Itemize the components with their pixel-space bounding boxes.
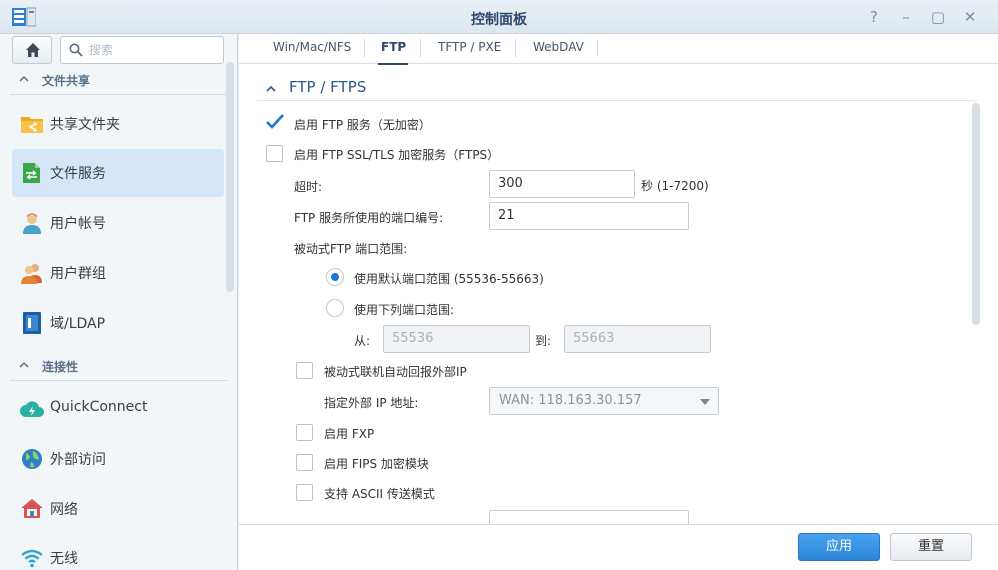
report-external-ip-checkbox[interactable]: [296, 362, 313, 379]
sidebar-item-domain-ldap[interactable]: 域/LDAP: [12, 299, 224, 347]
tab-tftp-pxe[interactable]: TFTP / PXE: [438, 40, 501, 54]
timeout-suffix: 秒 (1-7200): [641, 179, 709, 193]
enable-ftp-checkbox[interactable]: [266, 114, 284, 131]
sidebar-item-wireless[interactable]: 无线: [12, 534, 224, 570]
sidebar-item-label: 外部访问: [50, 452, 106, 468]
default-range-label: 使用默认端口范围 (55536-55663): [354, 272, 544, 286]
enable-fips-checkbox[interactable]: [296, 454, 313, 471]
tab-separator: [420, 39, 421, 57]
ascii-mode-checkbox[interactable]: [296, 484, 313, 501]
sidebar-item-network[interactable]: 网络: [12, 485, 224, 533]
chevron-down-icon: [700, 399, 710, 405]
enable-ftps-label: 启用 FTP SSL/TLS 加密服务（FTPS）: [294, 148, 500, 162]
timeout-input[interactable]: 300: [489, 170, 635, 198]
shared-folder-icon: [21, 117, 43, 133]
to-label: 到:: [535, 334, 552, 348]
maximize-button[interactable]: ▢: [930, 9, 946, 25]
timeout-label: 超时:: [294, 180, 323, 194]
checkmark-icon: [266, 114, 284, 129]
user-icon: [23, 213, 41, 234]
group-title: FTP / FTPS: [289, 78, 367, 96]
report-external-ip-label: 被动式联机自动回报外部IP: [324, 365, 467, 379]
section-label: 连接性: [42, 360, 79, 374]
ascii-mode-label: 支持 ASCII 传送模式: [324, 487, 435, 501]
chevron-up-icon: [19, 75, 29, 82]
search-icon: [69, 43, 83, 57]
sidebar-item-label: 文件服务: [50, 166, 106, 182]
tab-separator: [515, 39, 516, 57]
quickconnect-icon: [20, 401, 44, 417]
minimize-button[interactable]: –: [898, 9, 914, 25]
sidebar-item-label: 用户群组: [50, 266, 106, 282]
tab-separator: [597, 39, 598, 57]
sidebar-item-label: 网络: [50, 502, 78, 518]
sidebar-item-label: 用户帐号: [50, 216, 106, 232]
sidebar-item-shared-folder[interactable]: 共享文件夹: [12, 100, 224, 148]
external-ip-select[interactable]: WAN: 118.163.30.157: [489, 387, 719, 415]
sidebar-scrollbar[interactable]: [226, 62, 234, 292]
passive-range-label: 被动式FTP 端口范围:: [294, 242, 408, 256]
domain-ldap-icon: [23, 312, 41, 334]
search-input[interactable]: [89, 41, 219, 59]
tab-ftp[interactable]: FTP: [381, 40, 406, 54]
chevron-up-icon: [19, 361, 29, 368]
network-icon: [21, 499, 43, 518]
home-icon: [26, 43, 40, 57]
from-label: 从:: [354, 334, 371, 348]
external-access-icon: [22, 449, 42, 469]
sidebar-item-external-access[interactable]: 外部访问: [12, 435, 224, 483]
window-title: 控制面板: [471, 12, 527, 28]
title-bar: 控制面板 ? – ▢ ✕: [0, 0, 998, 34]
help-button[interactable]: ?: [866, 9, 882, 25]
custom-range-radio[interactable]: [326, 299, 344, 317]
enable-fxp-label: 启用 FXP: [324, 427, 375, 441]
section-file-sharing[interactable]: 文件共享: [0, 66, 228, 94]
range-from-input[interactable]: 55536: [383, 325, 530, 353]
enable-fxp-checkbox[interactable]: [296, 424, 313, 441]
sidebar: 文件共享 共享文件夹 文件服务 用户帐号: [0, 34, 238, 570]
wireless-icon: [21, 549, 43, 568]
external-ip-value: WAN: 118.163.30.157: [499, 393, 642, 408]
content-scrollbar[interactable]: [972, 103, 980, 325]
tab-separator: [364, 39, 365, 57]
sidebar-item-quickconnect[interactable]: QuickConnect: [12, 385, 224, 433]
close-button[interactable]: ✕: [962, 9, 978, 25]
sidebar-item-user-account[interactable]: 用户帐号: [12, 199, 224, 247]
tab-win-mac-nfs[interactable]: Win/Mac/NFS: [273, 40, 351, 54]
apply-button[interactable]: 应用: [798, 533, 880, 561]
footer-bar: 应用 重置: [239, 524, 998, 570]
tab-webdav[interactable]: WebDAV: [533, 40, 584, 54]
sidebar-item-user-group[interactable]: 用户群组: [12, 249, 224, 297]
main-panel: Win/Mac/NFS FTP TFTP / PXE WebDAV FTP / …: [239, 34, 998, 570]
range-to-input[interactable]: 55663: [564, 325, 711, 353]
section-label: 文件共享: [42, 74, 91, 88]
partially-hidden-input[interactable]: [489, 510, 689, 525]
enable-ftp-label: 启用 FTP 服务（无加密）: [294, 118, 431, 132]
external-ip-label: 指定外部 IP 地址:: [324, 396, 419, 410]
divider: [10, 380, 228, 381]
tab-bar: Win/Mac/NFS FTP TFTP / PXE WebDAV: [239, 34, 998, 65]
custom-range-label: 使用下列端口范围:: [354, 303, 455, 317]
ftp-settings-content: FTP / FTPS 启用 FTP 服务（无加密） 启用 FTP SSL/TLS…: [239, 65, 998, 525]
file-services-icon: [23, 163, 40, 183]
ftp-group-header[interactable]: FTP / FTPS: [257, 75, 977, 101]
port-label: FTP 服务所使用的端口编号:: [294, 211, 444, 225]
default-range-radio[interactable]: [326, 268, 344, 286]
sidebar-item-label: 域/LDAP: [50, 316, 106, 332]
reset-button[interactable]: 重置: [890, 533, 972, 561]
port-input[interactable]: 21: [489, 202, 689, 230]
sidebar-item-file-services[interactable]: 文件服务: [12, 149, 224, 197]
sidebar-item-label: 共享文件夹: [50, 117, 120, 133]
enable-fips-label: 启用 FIPS 加密模块: [324, 457, 429, 471]
chevron-up-icon: [266, 85, 276, 92]
enable-ftps-checkbox[interactable]: [266, 145, 283, 162]
group-icon: [21, 264, 42, 284]
home-button[interactable]: [12, 36, 52, 64]
divider: [10, 94, 228, 95]
search-box[interactable]: [60, 36, 224, 64]
section-connectivity[interactable]: 连接性: [0, 352, 228, 380]
sidebar-item-label: QuickConnect: [50, 399, 148, 415]
sidebar-item-label: 无线: [50, 551, 78, 567]
